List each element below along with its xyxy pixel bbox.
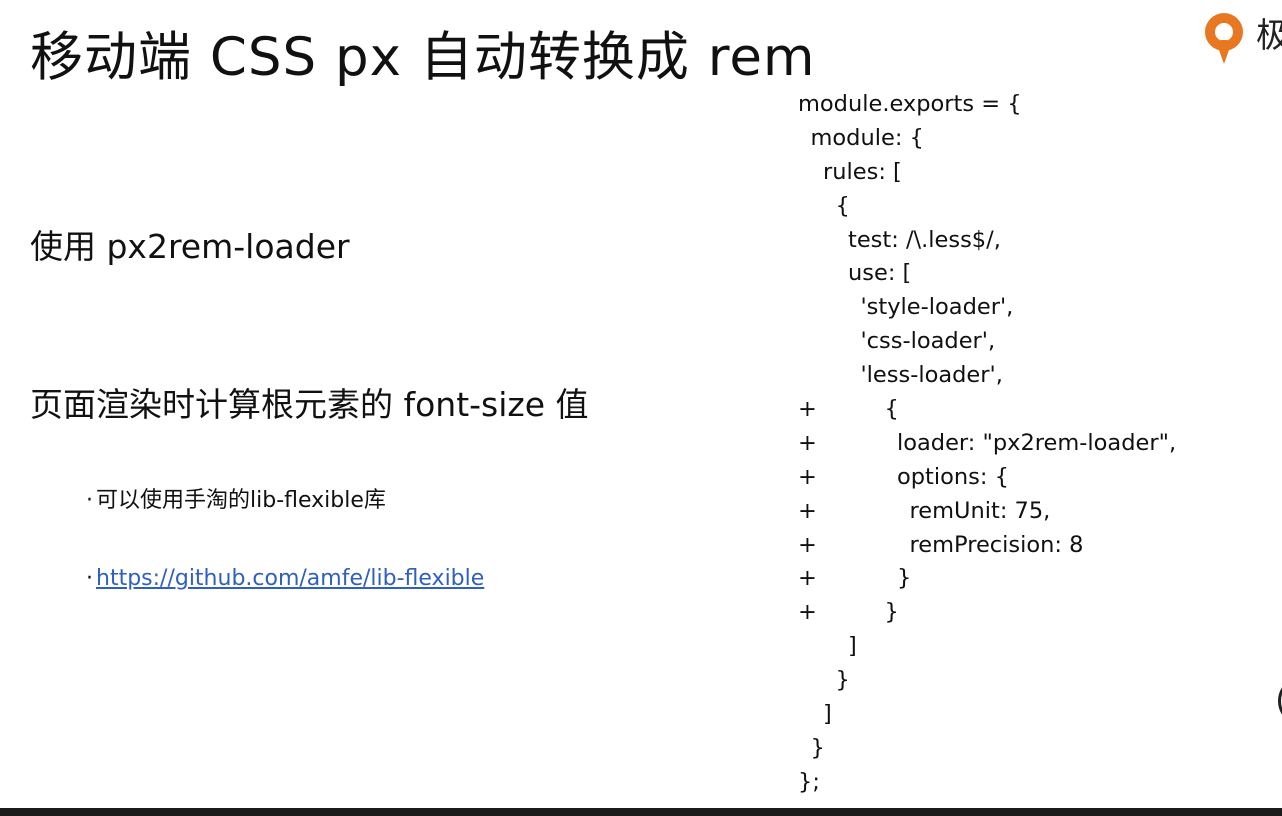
code-line: ] bbox=[798, 630, 1268, 664]
code-line-text: options: { bbox=[897, 463, 1009, 490]
diff-added-marker: + bbox=[798, 429, 817, 456]
code-line: }; bbox=[798, 766, 1268, 800]
code-line: +} bbox=[798, 596, 1268, 630]
brand-logo: 极 bbox=[1198, 8, 1282, 68]
diff-added-marker: + bbox=[798, 497, 817, 524]
code-line-text: module: { bbox=[810, 124, 924, 151]
code-line-text: { bbox=[835, 192, 850, 219]
code-line: +} bbox=[798, 562, 1268, 596]
point-root-font-size: 页面渲染时计算根元素的 font-size 值 bbox=[30, 385, 589, 424]
code-line: 'style-loader', bbox=[798, 291, 1268, 325]
bullet-dot: · bbox=[86, 566, 93, 591]
bottom-bar bbox=[0, 808, 1282, 816]
code-line-text: }; bbox=[798, 768, 820, 795]
code-line: } bbox=[798, 732, 1268, 766]
diff-added-marker: + bbox=[798, 531, 817, 558]
code-line-text: { bbox=[884, 396, 899, 423]
sub-point-text: 可以使用手淘的lib-flexible库 bbox=[96, 488, 386, 513]
code-line-text: } bbox=[884, 599, 899, 626]
code-line: 'less-loader', bbox=[798, 359, 1268, 393]
code-line: + remUnit: 75, bbox=[798, 495, 1268, 529]
diff-added-marker: + bbox=[798, 565, 817, 592]
code-line: module: { bbox=[798, 122, 1268, 156]
code-line: + options: { bbox=[798, 461, 1268, 495]
code-line-text: module.exports = { bbox=[798, 91, 1022, 117]
slide: 移动端 CSS px 自动转换成 rem 极 使用 px2rem-loader … bbox=[0, 0, 1282, 816]
code-line: rules: [ bbox=[798, 156, 1268, 190]
lib-flexible-link[interactable]: https://github.com/amfe/lib-flexible bbox=[96, 566, 484, 591]
code-line-text: test: /\.less$/, bbox=[848, 226, 1001, 253]
code-block: module.exports = { module: { rules: [ { test… bbox=[798, 88, 1268, 800]
code-line: test: /\.less$/, bbox=[798, 224, 1268, 258]
brand-logo-icon bbox=[1205, 13, 1243, 64]
code-line-text: loader: "px2rem-loader", bbox=[897, 429, 1177, 456]
code-line: } bbox=[798, 664, 1268, 698]
code-line: module.exports = { bbox=[798, 88, 1268, 122]
code-line-text: } bbox=[810, 734, 825, 761]
code-line: { bbox=[798, 190, 1268, 224]
code-line: + remPrecision: 8 bbox=[798, 529, 1268, 563]
code-line-text: rules: [ bbox=[823, 158, 902, 185]
code-line: + loader: "px2rem-loader", bbox=[798, 427, 1268, 461]
code-line-text: } bbox=[835, 667, 850, 694]
bullet-dot: · bbox=[86, 488, 93, 513]
code-line-text: use: [ bbox=[848, 260, 912, 287]
code-line-text: ] bbox=[823, 701, 832, 728]
code-line: 'css-loader', bbox=[798, 325, 1268, 359]
code-line: use: [ bbox=[798, 257, 1268, 291]
slide-title: 移动端 CSS px 自动转换成 rem bbox=[30, 27, 816, 88]
point-px2rem-loader: 使用 px2rem-loader bbox=[30, 227, 350, 266]
code-line-text: 'css-loader', bbox=[860, 328, 996, 355]
diff-added-marker: + bbox=[798, 463, 817, 490]
code-line: +{ bbox=[798, 393, 1268, 427]
edge-circle-button[interactable] bbox=[1278, 676, 1282, 726]
brand-logo-text: 极 bbox=[1256, 16, 1282, 56]
code-line-text: 'less-loader', bbox=[860, 362, 1003, 389]
diff-added-marker: + bbox=[798, 396, 817, 423]
code-line-text: remUnit: 75, bbox=[909, 497, 1051, 524]
diff-added-marker: + bbox=[798, 599, 817, 626]
code-line-text: } bbox=[897, 565, 912, 592]
code-line-text: remPrecision: 8 bbox=[909, 531, 1084, 558]
sub-point-lib-flexible: · 可以使用手淘的lib-flexible库 bbox=[86, 486, 386, 516]
code-line-text: 'style-loader', bbox=[860, 294, 1014, 321]
code-line-text: ] bbox=[848, 633, 857, 660]
sub-point-github-link: · https://github.com/amfe/lib-flexible bbox=[86, 564, 484, 594]
code-line: ] bbox=[798, 698, 1268, 732]
